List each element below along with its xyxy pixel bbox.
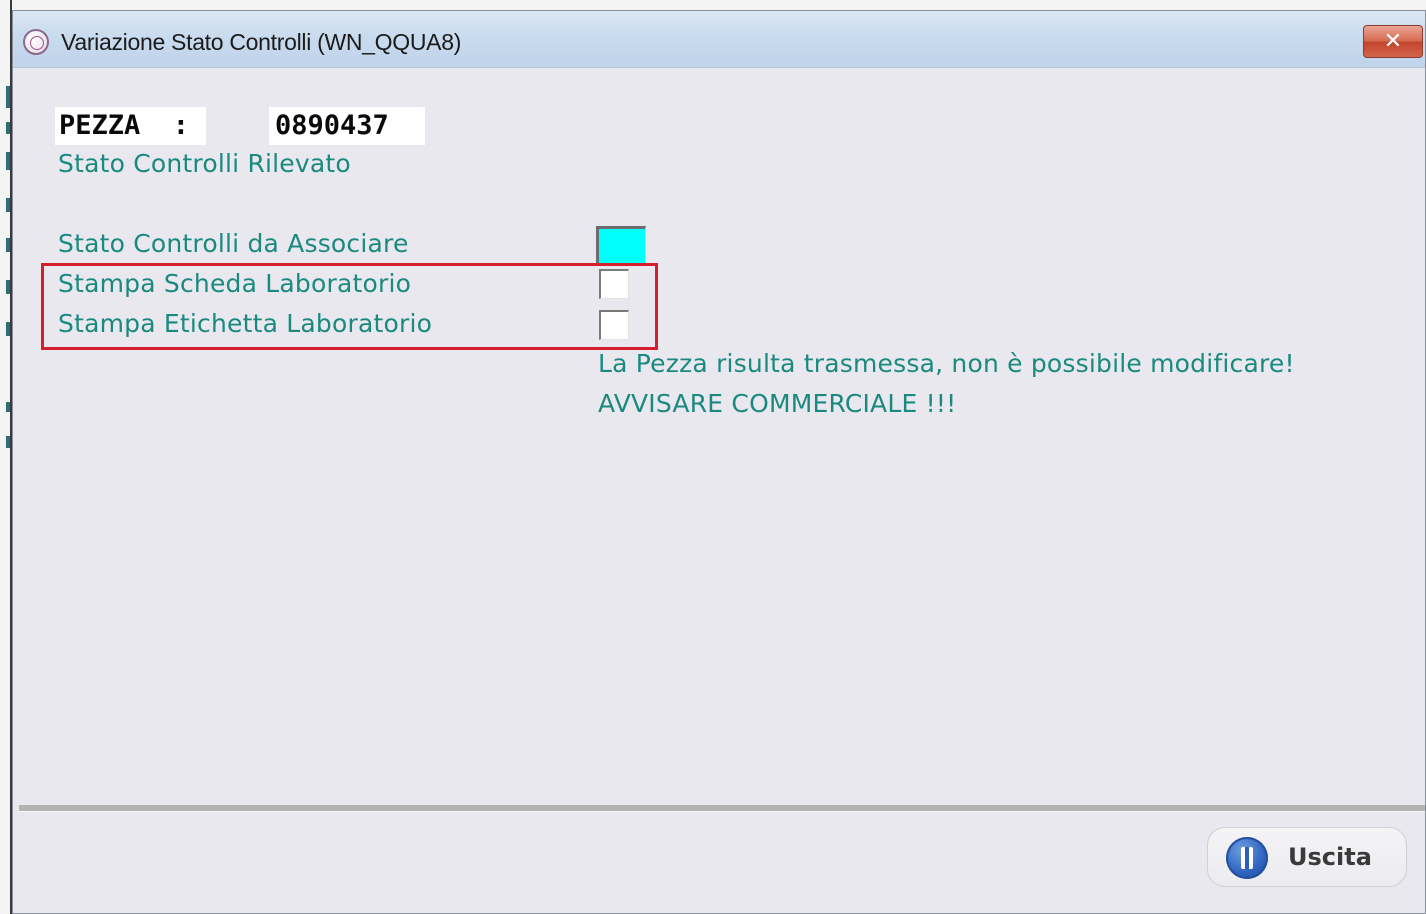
background-mark xyxy=(6,322,10,336)
background-window-edge xyxy=(0,0,12,914)
footer-separator xyxy=(19,805,1425,812)
background-mark xyxy=(6,402,10,412)
app-icon-ring xyxy=(30,36,44,50)
stato-rilevato-label: Stato Controlli Rilevato xyxy=(58,149,351,178)
door-bar xyxy=(1245,847,1249,869)
close-button[interactable]: ✕ xyxy=(1363,25,1423,58)
background-mark xyxy=(6,436,10,448)
title-bar[interactable]: Variazione Stato Controlli (WN_QQUA8) ✕ xyxy=(13,11,1425,68)
pezza-label: PEZZA : xyxy=(55,107,206,145)
background-mark xyxy=(6,152,10,170)
highlight-rectangle xyxy=(41,263,658,350)
screen: Variazione Stato Controlli (WN_QQUA8) ✕ … xyxy=(0,0,1426,914)
stato-associare-label: Stato Controlli da Associare xyxy=(58,229,409,258)
warning-notice: AVVISARE COMMERCIALE !!! xyxy=(598,389,957,418)
window-title: Variazione Stato Controlli (WN_QQUA8) xyxy=(61,29,462,55)
warning-message: La Pezza risulta trasmessa, non è possib… xyxy=(598,349,1295,378)
exit-door-icon xyxy=(1226,837,1268,879)
dialog-window: Variazione Stato Controlli (WN_QQUA8) ✕ … xyxy=(12,10,1426,914)
pezza-value: 0890437 xyxy=(269,107,425,145)
exit-button-label: Uscita xyxy=(1288,843,1372,871)
app-icon[interactable] xyxy=(23,29,49,55)
stato-associare-color-field[interactable] xyxy=(596,226,646,264)
background-mark xyxy=(6,86,10,108)
background-mark xyxy=(6,238,10,252)
background-mark xyxy=(6,280,10,294)
background-mark xyxy=(6,122,10,134)
background-mark xyxy=(6,198,10,212)
exit-button[interactable]: Uscita xyxy=(1207,827,1407,887)
